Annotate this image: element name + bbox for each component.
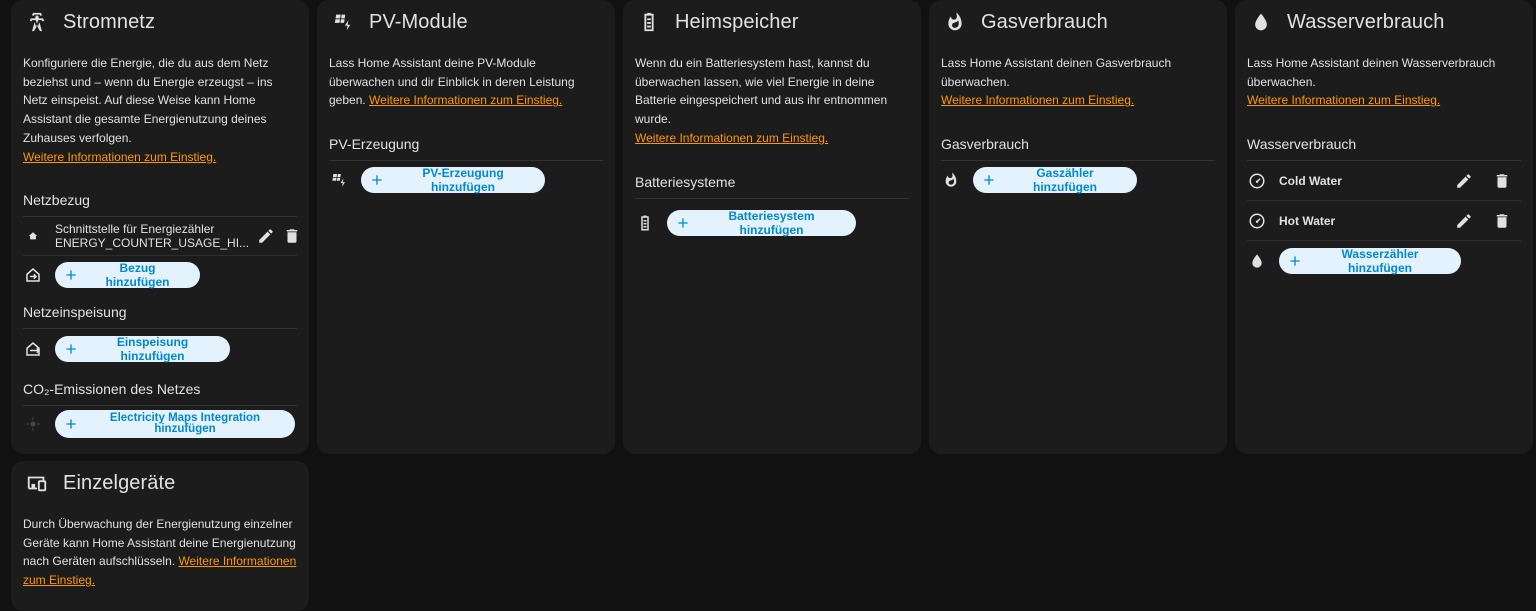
home-import-icon [23, 226, 43, 246]
grid-card: Stromnetz Konfiguriere die Energie, die … [11, 0, 309, 454]
home-export-outline-icon [23, 339, 43, 359]
water-meter-name: Hot Water [1279, 213, 1336, 228]
grid-learn-more-link[interactable]: Weitere Informationen zum Einstieg. [23, 150, 216, 164]
pencil-icon[interactable] [1451, 168, 1477, 194]
trash-icon[interactable] [1489, 208, 1515, 234]
grid-consumption-row: Schnittstelle für Energiezähler ENERGY_C… [23, 217, 298, 257]
gas-card-description: Lass Home Assistant deinen Gasverbrauch … [941, 56, 1172, 108]
devices-card-description: Durch Überwachung der Energienutzung ein… [23, 517, 297, 588]
solar-card-title: PV-Module [369, 10, 468, 33]
gauge-icon [1247, 171, 1267, 191]
battery-card-title: Heimspeicher [675, 10, 799, 33]
water-meter-row: Cold Water [1247, 161, 1521, 202]
water-card-description: Lass Home Assistant deinen Wasserverbrau… [1247, 56, 1496, 108]
devices-card-title: Einzelgeräte [63, 471, 176, 494]
grid-card-description: Konfiguriere die Energie, die du aus dem… [23, 56, 273, 164]
battery-card-description: Wenn du ein Batteriesystem hast, kannst … [635, 56, 888, 145]
gas-card-title: Gasverbrauch [981, 10, 1108, 33]
home-import-outline-icon [23, 265, 43, 285]
devices-icon [25, 471, 49, 495]
plus-icon [984, 175, 994, 185]
solar-card-header: PV-Module [329, 0, 603, 44]
devices-card: Einzelgeräte Durch Überwachung der Energ… [11, 461, 309, 611]
grid-add-return-row: Einspeisung hinzufügen [23, 329, 297, 369]
gas-learn-more-link[interactable]: Weitere Informationen zum Einstieg. [941, 93, 1134, 107]
gas-section-title: Gasverbrauch [941, 136, 1215, 162]
solar-power-icon [331, 10, 355, 34]
solar-card: PV-Module Lass Home Assistant deine PV-M… [317, 0, 615, 454]
battery-icon [635, 213, 655, 233]
solar-card-description: Lass Home Assistant deine PV-Module über… [329, 56, 575, 108]
water-drop-icon [1249, 10, 1273, 34]
gas-card-header: Gasverbrauch [941, 0, 1215, 44]
water-add-row: Wasserzähler hinzufügen [1247, 241, 1521, 281]
plus-icon [372, 175, 382, 185]
pencil-icon[interactable] [1451, 208, 1477, 234]
devices-card-header: Einzelgeräte [23, 461, 297, 505]
battery-card-header: Heimspeicher [635, 0, 909, 44]
battery-icon [637, 10, 661, 34]
add-gas-button[interactable]: Gaszähler hinzufügen [973, 166, 1137, 194]
gauge-icon [1247, 211, 1267, 231]
gas-add-row: Gaszähler hinzufügen [941, 161, 1215, 199]
grid-co2-title: CO₂-Emissionen des Netzes [23, 381, 297, 407]
grid-card-title: Stromnetz [63, 10, 156, 33]
co2-signal-icon [23, 414, 43, 434]
water-drop-icon [1247, 251, 1267, 271]
trash-icon[interactable] [283, 223, 301, 249]
solar-power-icon [329, 170, 349, 190]
add-solar-button[interactable]: PV-Erzeugung hinzufügen [361, 166, 545, 194]
add-co2-integration-button[interactable]: Electricity Maps Integration hinzufügen [55, 410, 295, 439]
grid-consumption-title: Netzbezug [23, 192, 297, 218]
fire-icon [943, 10, 967, 34]
pencil-icon[interactable] [257, 223, 275, 249]
water-card-title: Wasserverbrauch [1287, 10, 1445, 33]
water-section-title: Wasserverbrauch [1247, 136, 1521, 162]
battery-learn-more-link[interactable]: Weitere Informationen zum Einstieg. [635, 131, 828, 145]
plus-icon [66, 419, 76, 429]
transmission-tower-icon [25, 10, 49, 34]
water-meter-row: Hot Water [1247, 201, 1521, 242]
add-consumption-button[interactable]: Bezug hinzufügen [55, 261, 200, 289]
plus-icon [1290, 256, 1300, 266]
grid-consumption-entity: Schnittstelle für Energiezähler ENERGY_C… [55, 222, 250, 251]
battery-card: Heimspeicher Wenn du ein Batteriesystem … [623, 0, 921, 454]
solar-section-title: PV-Erzeugung [329, 136, 603, 162]
water-card: Wasserverbrauch Lass Home Assistant dein… [1235, 0, 1533, 454]
water-meter-name: Cold Water [1279, 173, 1342, 188]
add-battery-button[interactable]: Batteriesystem hinzufügen [667, 209, 856, 237]
water-learn-more-link[interactable]: Weitere Informationen zum Einstieg. [1247, 93, 1440, 107]
plus-icon [66, 270, 76, 280]
battery-section-title: Batteriesysteme [635, 174, 909, 199]
plus-icon [66, 344, 76, 354]
add-return-button[interactable]: Einspeisung hinzufügen [55, 335, 230, 363]
grid-card-header: Stromnetz [23, 0, 297, 44]
fire-icon [941, 170, 961, 190]
trash-icon[interactable] [1489, 168, 1515, 194]
gas-card: Gasverbrauch Lass Home Assistant deinen … [929, 0, 1227, 454]
solar-add-row: PV-Erzeugung hinzufügen [329, 161, 603, 199]
grid-add-consumption-row: Bezug hinzufügen [23, 256, 297, 294]
water-card-header: Wasserverbrauch [1247, 0, 1521, 44]
solar-learn-more-link[interactable]: Weitere Informationen zum Einstieg. [369, 93, 562, 107]
battery-add-row: Batteriesystem hinzufügen [635, 199, 909, 247]
grid-add-co2-row: Electricity Maps Integration hinzufügen [23, 406, 297, 442]
grid-return-title: Netzeinspeisung [23, 304, 297, 330]
plus-icon [678, 217, 688, 228]
add-water-button[interactable]: Wasserzähler hinzufügen [1279, 247, 1461, 275]
